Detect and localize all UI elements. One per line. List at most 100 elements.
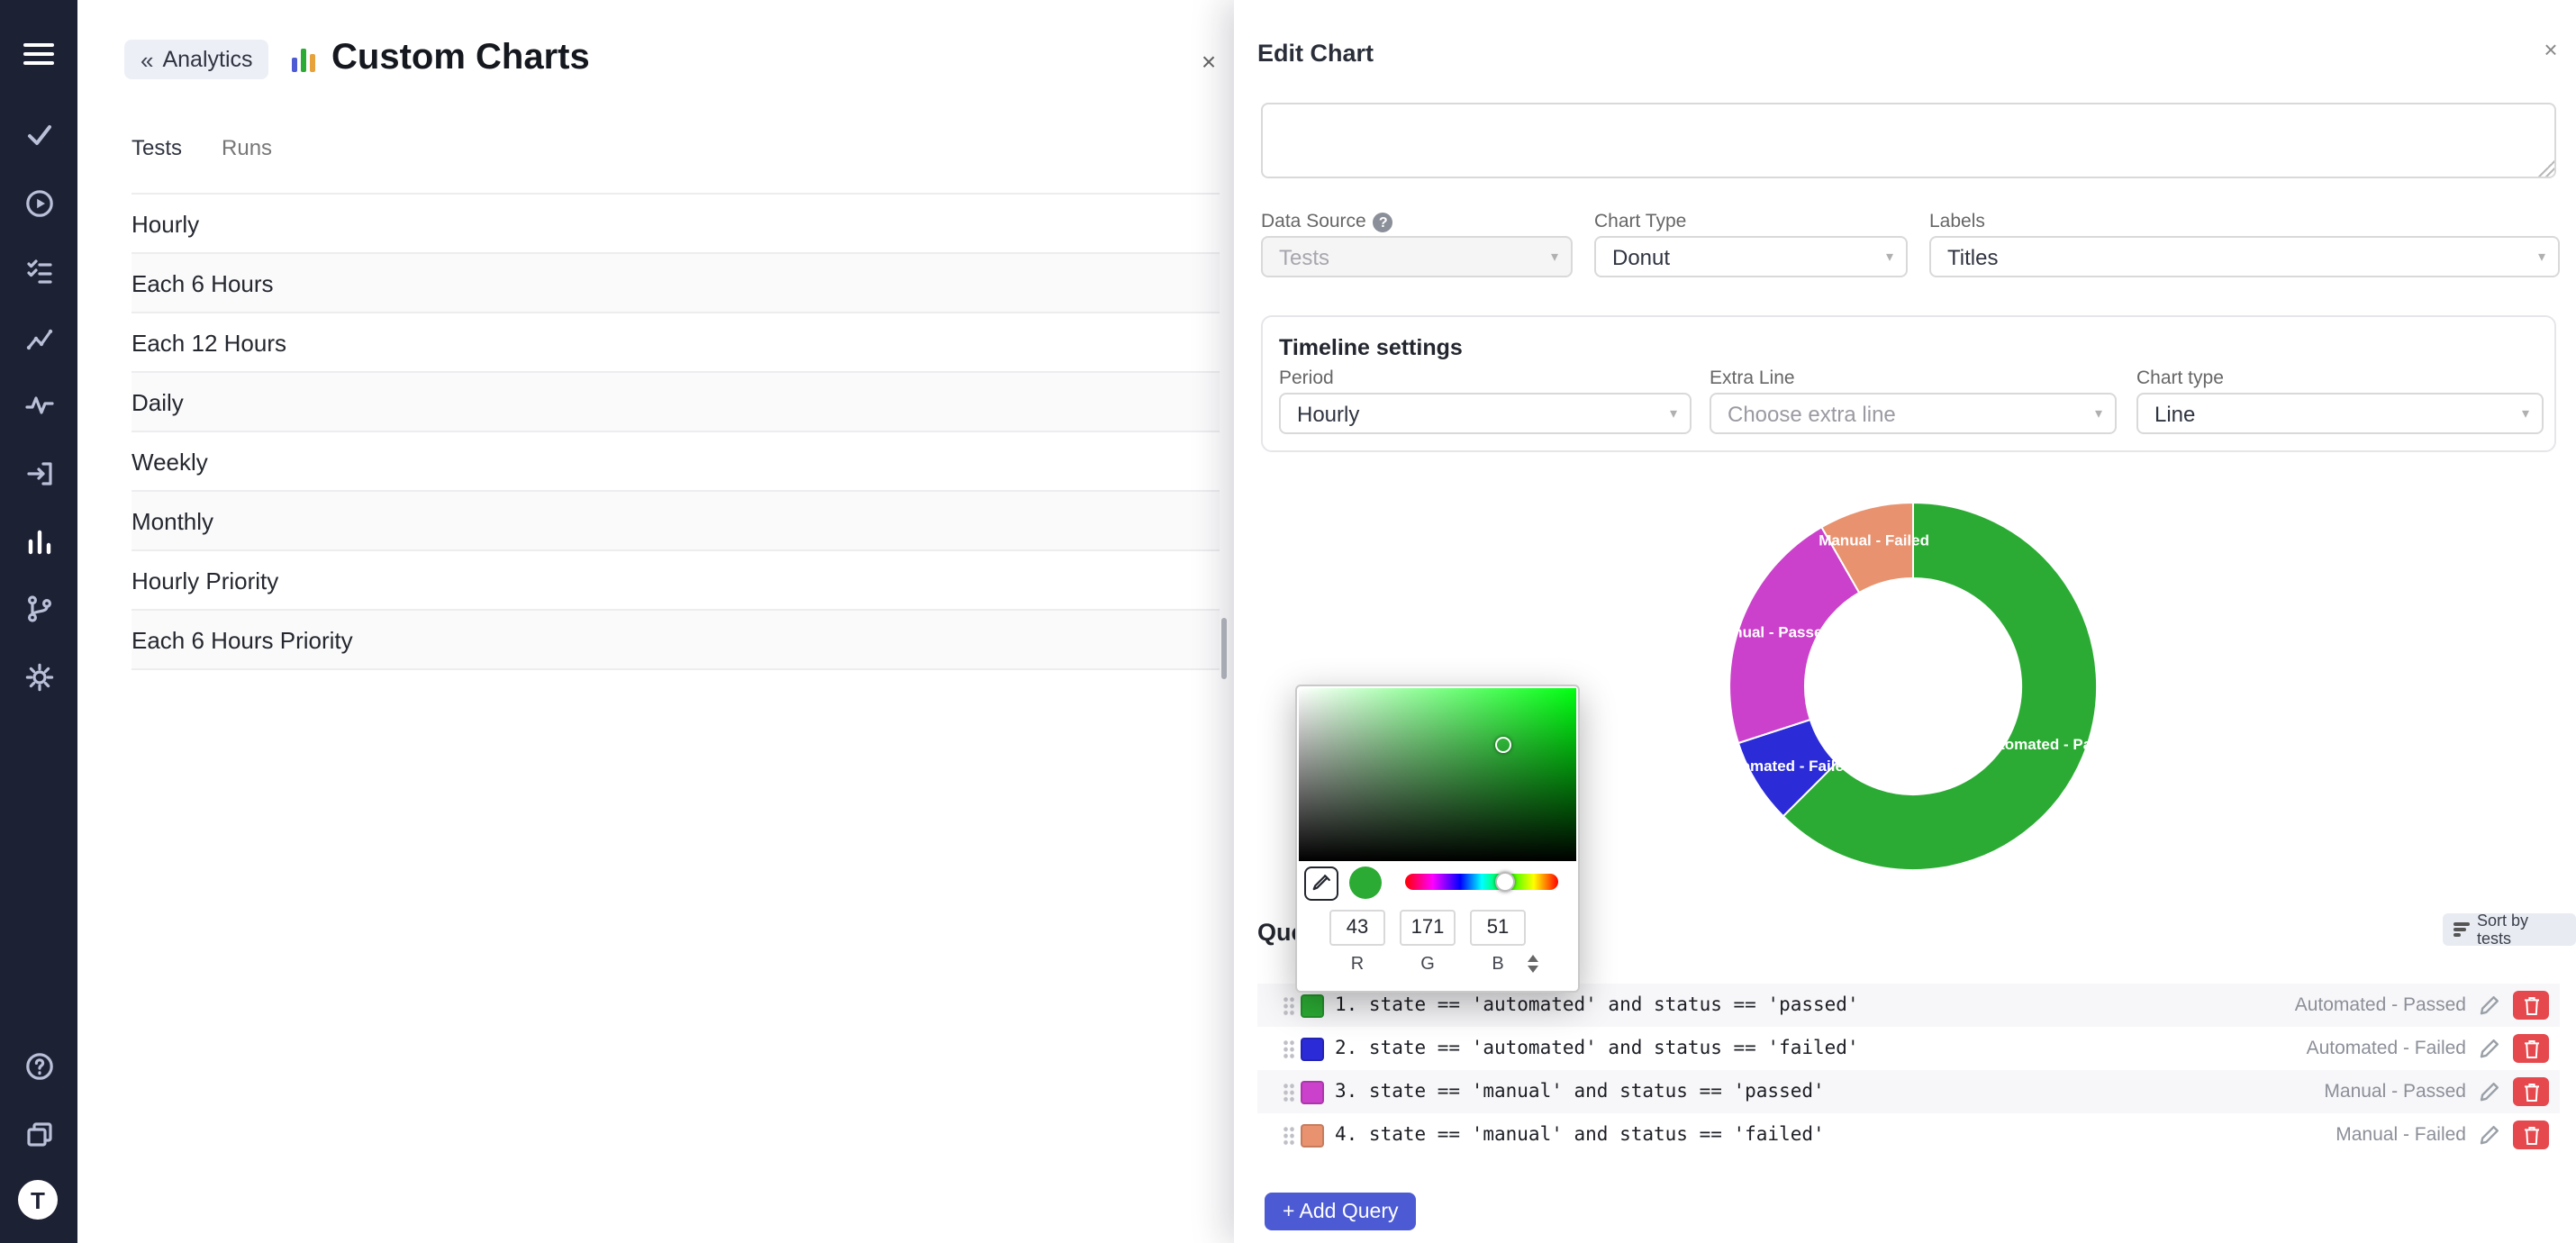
query-text: 3. state == 'manual' and status == 'pass…: [1335, 1081, 1825, 1102]
query-row: 4. state == 'manual' and status == 'fail…: [1257, 1113, 2560, 1157]
period-select[interactable]: Hourly ▾: [1279, 393, 1692, 434]
gear-icon[interactable]: [0, 656, 77, 699]
help-icon[interactable]: [0, 1045, 77, 1088]
donut-label: Automated - Passed: [1979, 736, 2115, 753]
data-source-value: Tests: [1279, 244, 1329, 269]
chart-type-select[interactable]: Donut ▾: [1594, 236, 1908, 277]
chart-type-label: Chart Type: [1594, 211, 1686, 232]
query-color-swatch[interactable]: [1301, 1037, 1324, 1060]
saturation-value-area[interactable]: [1299, 688, 1576, 861]
labels-select[interactable]: Titles ▾: [1929, 236, 2560, 277]
blue-input[interactable]: [1470, 910, 1526, 946]
bar-chart-icon[interactable]: [0, 521, 77, 564]
branch-icon[interactable]: [0, 587, 77, 631]
list-item-label: Each 6 Hours Priority: [132, 626, 353, 653]
projects-icon[interactable]: [0, 1113, 77, 1157]
color-mode-toggle[interactable]: [1528, 955, 1538, 973]
list-item-label: Weekly: [132, 448, 208, 475]
list-item[interactable]: Hourly: [132, 195, 1220, 254]
list-item[interactable]: Each 12 Hours: [132, 313, 1220, 373]
chevron-down-icon: ▾: [2538, 249, 2545, 265]
donut-label: Manual - Failed: [1819, 532, 1929, 549]
picker-swatch[interactable]: [1349, 866, 1382, 899]
drag-handle-icon[interactable]: [1283, 995, 1295, 1015]
red-label: R: [1329, 955, 1385, 975]
list-item-label: Monthly: [132, 507, 213, 534]
edit-query-button[interactable]: [2477, 1036, 2502, 1061]
extra-line-value: Choose extra line: [1728, 401, 1896, 426]
tab-tests[interactable]: Tests: [132, 135, 182, 160]
query-text: 2. state == 'automated' and status == 'f…: [1335, 1038, 1859, 1059]
chevron-down-icon: ▾: [1670, 405, 1677, 422]
page-title: Custom Charts: [331, 38, 590, 79]
test-list-icon[interactable]: [0, 250, 77, 294]
list-item[interactable]: Monthly: [132, 492, 1220, 551]
sort-by-tests-button[interactable]: Sort by tests: [2443, 913, 2576, 946]
trash-icon: [2523, 1082, 2539, 1102]
list-item[interactable]: Daily: [132, 373, 1220, 432]
tab-runs[interactable]: Runs: [222, 135, 272, 160]
app: T « Analytics Custom Charts × Tests Runs…: [0, 0, 2576, 1243]
list-item[interactable]: Weekly: [132, 432, 1220, 492]
edit-query-button[interactable]: [2477, 1122, 2502, 1148]
import-icon[interactable]: [0, 452, 77, 495]
list-item[interactable]: Hourly Priority: [132, 551, 1220, 611]
activity-icon[interactable]: [0, 384, 77, 427]
main-close-button[interactable]: ×: [1191, 43, 1227, 79]
add-query-button[interactable]: + Add Query: [1265, 1193, 1417, 1230]
hue-slider-handle[interactable]: [1495, 872, 1515, 892]
chevron-down-icon: ▾: [1551, 249, 1558, 265]
color-picker-popup: R G B: [1295, 685, 1580, 993]
green-label: G: [1400, 955, 1456, 975]
delete-query-button[interactable]: [2513, 1077, 2549, 1106]
timeline-chart-type-select[interactable]: Line ▾: [2136, 393, 2544, 434]
list-item-label: Hourly: [132, 210, 199, 237]
play-circle-icon[interactable]: [0, 182, 77, 225]
labels-value: Titles: [1947, 244, 1998, 269]
query-color-swatch[interactable]: [1301, 993, 1324, 1017]
analytics-icon[interactable]: [0, 317, 77, 360]
edit-query-button[interactable]: [2477, 1079, 2502, 1104]
extra-line-select[interactable]: Choose extra line ▾: [1710, 393, 2117, 434]
drag-handle-icon[interactable]: [1283, 1039, 1295, 1058]
query-color-swatch[interactable]: [1301, 1123, 1324, 1147]
drawer-close-button[interactable]: ×: [2535, 32, 2567, 65]
data-source-select[interactable]: Tests ▾: [1261, 236, 1573, 277]
drag-handle-icon[interactable]: [1283, 1125, 1295, 1145]
timeline-chart-type-value: Line: [2154, 401, 2195, 426]
green-input[interactable]: [1400, 910, 1456, 946]
list-item[interactable]: Each 6 Hours Priority: [132, 611, 1220, 670]
logo-letter: T: [31, 1186, 45, 1213]
menu-icon[interactable]: [0, 32, 77, 76]
analytics-back-button[interactable]: « Analytics: [124, 40, 269, 79]
query-result-label: Automated - Passed: [2295, 994, 2466, 1016]
red-input[interactable]: [1329, 910, 1385, 946]
eyedropper-icon: [1311, 874, 1331, 894]
pencil-icon: [2479, 994, 2500, 1016]
query-row: 2. state == 'automated' and status == 'f…: [1257, 1027, 2560, 1070]
edit-chart-drawer: Edit Chart × Data Source ? Chart Type La…: [1234, 0, 2576, 1243]
help-icon[interactable]: ?: [1374, 212, 1393, 231]
extra-line-label: Extra Line: [1710, 367, 1795, 389]
chevron-down-icon: ▾: [2522, 405, 2529, 422]
delete-query-button[interactable]: [2513, 1121, 2549, 1149]
hue-slider[interactable]: [1405, 874, 1558, 890]
pencil-icon: [2479, 1038, 2500, 1059]
list-item[interactable]: Each 6 Hours: [132, 254, 1220, 313]
eyedropper-button[interactable]: [1304, 866, 1338, 901]
textarea-resize-handle[interactable]: [2536, 159, 2554, 177]
app-logo[interactable]: T: [18, 1180, 58, 1220]
delete-query-button[interactable]: [2513, 991, 2549, 1020]
scrollbar-thumb[interactable]: [1221, 618, 1227, 679]
edit-query-button[interactable]: [2477, 993, 2502, 1018]
drawer-title: Edit Chart: [1257, 40, 1374, 67]
delete-query-button[interactable]: [2513, 1034, 2549, 1063]
chart-description-input[interactable]: [1261, 103, 2556, 178]
check-icon[interactable]: [0, 113, 77, 157]
query-color-swatch[interactable]: [1301, 1080, 1324, 1103]
query-result-label: Manual - Failed: [2336, 1124, 2466, 1146]
donut-chart[interactable]: Automated - PassedAutomated - FailedManu…: [1711, 485, 2115, 888]
list-item-label: Hourly Priority: [132, 567, 278, 594]
drag-handle-icon[interactable]: [1283, 1082, 1295, 1102]
query-text: 4. state == 'manual' and status == 'fail…: [1335, 1124, 1825, 1146]
